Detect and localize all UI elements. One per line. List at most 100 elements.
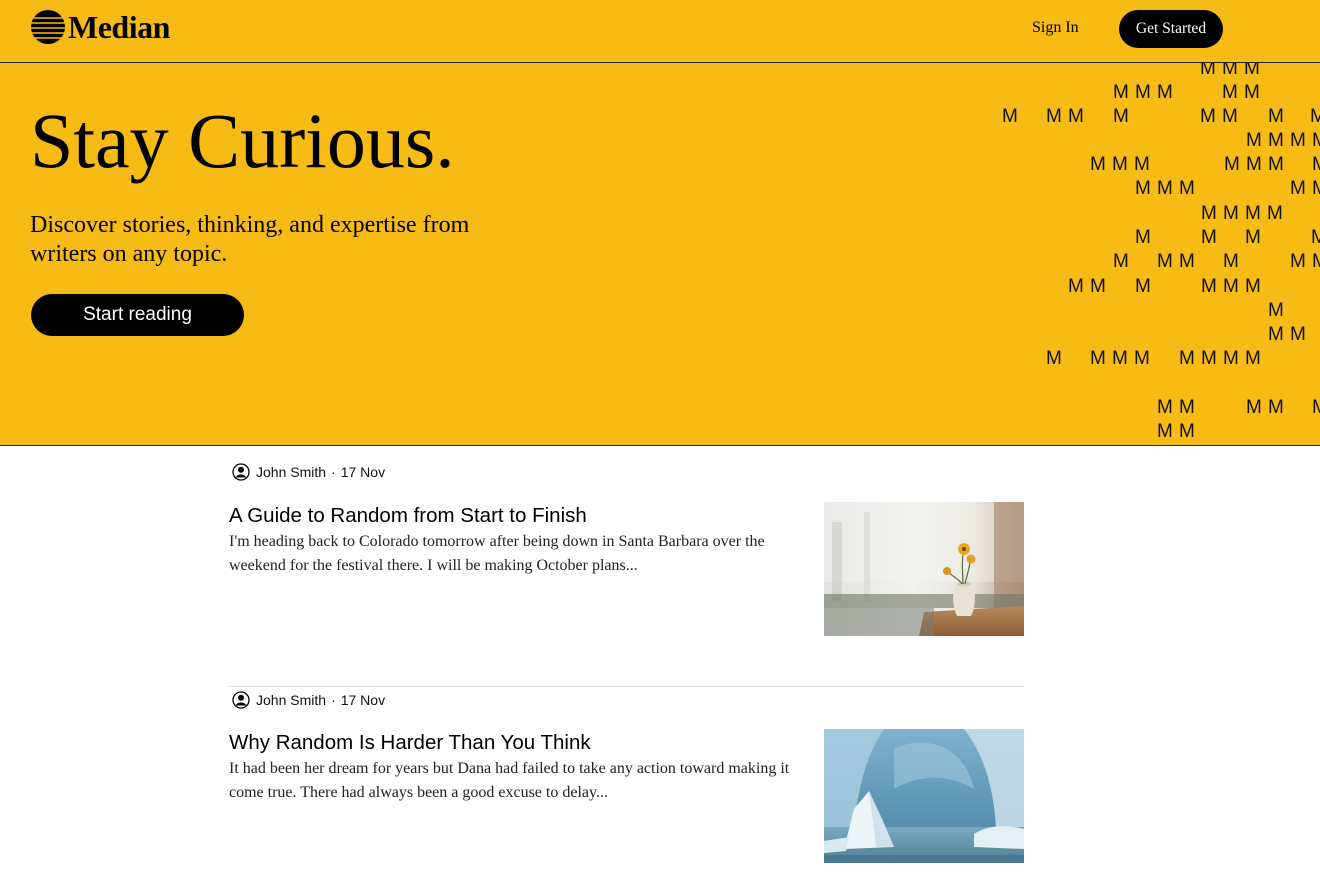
pattern-letter-m: M [1290,178,1306,199]
pattern-letter-m: M [1135,82,1151,103]
article-title[interactable]: A Guide to Random from Start to Finish [229,503,809,529]
globe-logo-icon [31,10,65,44]
pattern-letter-m: M [1222,63,1238,79]
pattern-letter-m: M [1157,397,1173,418]
get-started-button[interactable]: Get Started [1119,10,1223,48]
pattern-letter-m: M [1002,106,1018,127]
pattern-letter-m: M [1179,397,1195,418]
ice-cave-image [824,729,1024,863]
pattern-letter-m: M [1267,203,1283,224]
pattern-letter-m: M [1201,276,1217,297]
article-date: 17 Nov [340,692,386,708]
author-name[interactable]: John Smith [256,464,326,480]
pattern-letter-m: M [1312,154,1320,175]
hero-banner: MMMMMMMMMMMMMMMMMMMMMMMMMMMMMMMMMMMMMMMM… [0,63,1320,446]
article-excerpt: It had been her dream for years but Dana… [229,760,790,801]
pattern-letter-m: M [1090,154,1106,175]
pattern-letter-m: M [1135,227,1151,248]
pattern-letter-m: M [1200,106,1216,127]
pattern-letter-m: M [1268,397,1284,418]
article-date: 17 Nov [340,464,386,480]
meta-separator: · [331,464,336,480]
pattern-letter-m: M [1223,251,1239,272]
pattern-letter-m: M [1268,106,1284,127]
pattern-letter-m: M [1046,348,1062,369]
pattern-letter-m: M [1245,203,1261,224]
sign-in-link[interactable]: Sign In [1032,19,1079,37]
pattern-letter-m: M [1268,130,1284,151]
pattern-letter-m: M [1200,63,1216,79]
pattern-letter-m: M [1201,227,1217,248]
pattern-letter-m: M [1244,82,1260,103]
start-reading-button[interactable]: Start reading [31,294,244,336]
pattern-letter-m: M [1179,251,1195,272]
pattern-letter-m: M [1222,82,1238,103]
hero-title: Stay Curious. [30,97,455,184]
article-meta: John Smith · 17 Nov [232,688,1024,712]
pattern-letter-m: M [1268,300,1284,321]
author-avatar-icon [232,691,250,709]
article-thumbnail[interactable] [824,502,1024,636]
pattern-letter-m: M [1113,82,1129,103]
pattern-letter-m: M [1224,154,1240,175]
pattern-letter-m: M [1290,130,1306,151]
author-name[interactable]: John Smith [256,692,326,708]
pattern-letter-m: M [1268,324,1284,345]
pattern-letter-m: M [1246,397,1262,418]
pattern-letter-m: M [1246,154,1262,175]
brand-name: Median [68,9,170,45]
pattern-letter-m: M [1312,130,1320,151]
pattern-letter-m: M [1112,348,1128,369]
pattern-letter-m: M [1090,276,1106,297]
pattern-letter-m: M [1135,178,1151,199]
pattern-letter-m: M [1246,130,1262,151]
pattern-letter-m: M [1112,154,1128,175]
article-title[interactable]: Why Random Is Harder Than You Think [229,730,809,756]
pattern-letter-m: M [1157,178,1173,199]
pattern-letter-m: M [1134,348,1150,369]
pattern-letter-m: M [1068,276,1084,297]
pattern-letter-m: M [1157,251,1173,272]
brand-logo[interactable]: Median [30,9,170,45]
pattern-letter-m: M [1068,106,1084,127]
pattern-letter-m: M [1201,348,1217,369]
pattern-letter-m: M [1245,348,1261,369]
hero-subtitle: Discover stories, thinking, and expertis… [30,212,470,267]
pattern-letter-m: M [1134,154,1150,175]
pattern-letter-m: M [1290,324,1306,345]
article-meta: John Smith · 17 Nov [232,460,1024,484]
pattern-letter-m: M [1223,276,1239,297]
pattern-letter-m: M [1223,203,1239,224]
pattern-letter-m: M [1290,251,1306,272]
pattern-letter-m: M [1157,421,1173,442]
pattern-letter-m: M [1157,82,1173,103]
pattern-letter-m: M [1222,106,1238,127]
pattern-letter-m: M [1090,348,1106,369]
pattern-letter-m: M [1046,106,1062,127]
pattern-letter-m: M [1268,154,1284,175]
pattern-letter-m: M [1310,106,1320,127]
pattern-letter-m: M [1179,348,1195,369]
pattern-letter-m: M [1312,397,1320,418]
pattern-letter-m: M [1312,178,1320,199]
meta-separator: · [331,692,336,708]
flower-vase-image [824,502,1024,636]
top-navbar: Median Sign In Get Started [0,0,1320,63]
pattern-letter-m: M [1245,227,1261,248]
pattern-letter-m: M [1135,276,1151,297]
article-thumbnail[interactable] [824,729,1024,863]
pattern-letter-m: M [1223,348,1239,369]
author-avatar-icon [232,463,250,481]
pattern-letter-m: M [1311,227,1320,248]
pattern-letter-m: M [1312,251,1320,272]
pattern-letter-m: M [1179,178,1195,199]
pattern-letter-m: M [1113,251,1129,272]
pattern-letter-m: M [1201,203,1217,224]
article-excerpt: I'm heading back to Colorado tomorrow af… [229,533,765,574]
pattern-letter-m: M [1113,106,1129,127]
pattern-letter-m: M [1245,276,1261,297]
pattern-letter-m: M [1179,421,1195,442]
pattern-letter-m: M [1244,63,1260,79]
article-card[interactable]: John Smith · 17 Nov Why Random Is Harder… [229,686,1024,863]
article-card[interactable]: John Smith · 17 Nov A Guide to Random fr… [229,460,1024,636]
